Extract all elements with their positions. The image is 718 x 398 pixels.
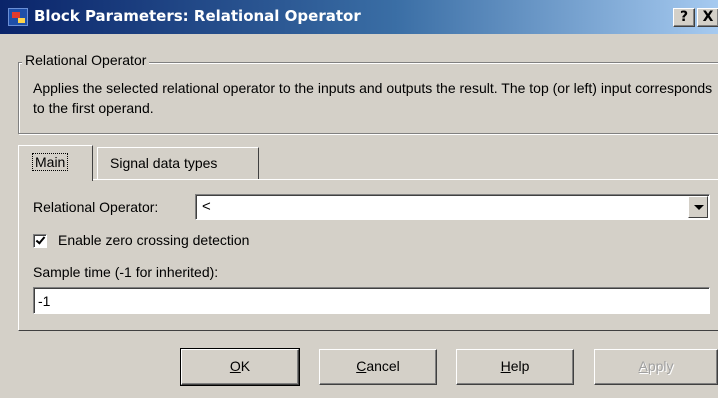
zero-crossing-label: Enable zero crossing detection: [58, 232, 250, 248]
relational-operator-select[interactable]: <: [195, 194, 710, 220]
ok-label: K: [240, 358, 251, 374]
relational-operator-value: <: [202, 198, 211, 215]
help-button[interactable]: Help: [456, 349, 574, 385]
apply-button[interactable]: Apply: [594, 349, 718, 385]
cancel-accel: C: [356, 358, 367, 374]
title-bar[interactable]: Block Parameters: Relational Operator ? …: [0, 0, 718, 34]
groupbox-legend: Relational Operator: [22, 52, 150, 68]
window-title: Block Parameters: Relational Operator: [34, 7, 361, 25]
relational-operator-label: Relational Operator:: [33, 199, 159, 215]
sample-time-label: Sample time (-1 for inherited):: [33, 264, 219, 280]
apply-accel: A: [638, 358, 648, 374]
block-description: Applies the selected relational operator…: [33, 80, 713, 116]
ok-accel: O: [229, 358, 241, 374]
chevron-down-icon[interactable]: [688, 196, 708, 218]
close-button[interactable]: X: [697, 8, 718, 27]
sample-time-input[interactable]: [33, 287, 710, 314]
help-label: elp: [510, 358, 530, 374]
tab-signal-data-types[interactable]: Signal data types: [97, 147, 259, 179]
ok-button[interactable]: OK: [180, 348, 300, 386]
cancel-label: ancel: [366, 358, 400, 374]
context-help-button[interactable]: ?: [673, 8, 695, 27]
help-accel: H: [500, 358, 511, 374]
tab-main-label: Main: [31, 153, 69, 171]
tab-signal-data-types-label: Signal data types: [110, 155, 218, 171]
simulink-block-icon: [8, 8, 28, 26]
zero-crossing-checkbox[interactable]: [33, 234, 47, 248]
tab-main[interactable]: Main: [18, 145, 93, 181]
cancel-button[interactable]: Cancel: [319, 349, 437, 385]
apply-label: pply: [647, 358, 674, 374]
